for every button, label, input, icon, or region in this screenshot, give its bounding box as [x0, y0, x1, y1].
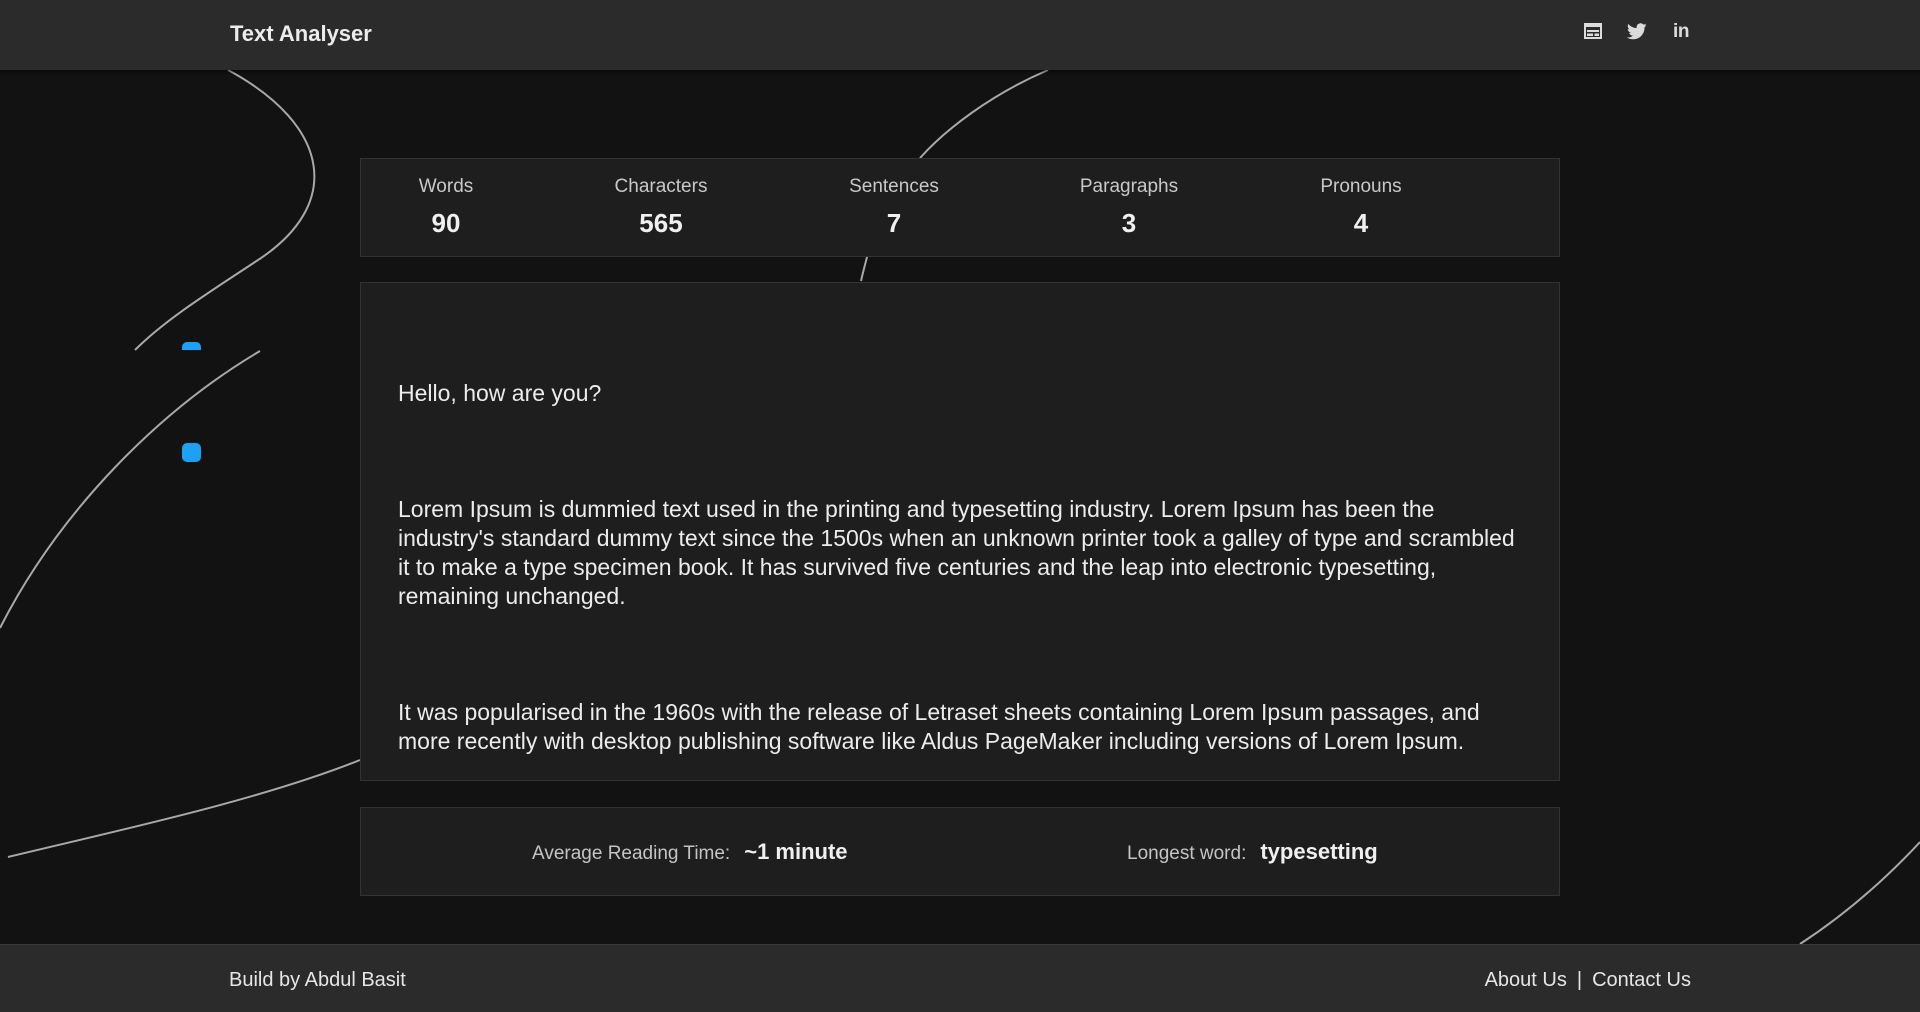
stat-value: 565: [639, 208, 683, 238]
stat-pronouns: Pronouns 4: [1261, 176, 1461, 239]
stat-value: 3: [1121, 208, 1137, 238]
stat-value: 7: [886, 208, 902, 238]
linkedin-icon: in: [1673, 20, 1689, 42]
longest-word-value: typesetting: [1260, 839, 1378, 864]
decorative-curve: [7, 759, 361, 858]
decorative-curve: [860, 256, 868, 282]
twitter-icon: [1627, 22, 1647, 39]
footer-separator: |: [1576, 969, 1583, 991]
longest-word: Longest word: typesetting: [1127, 839, 1378, 865]
footer-links: About Us | Contact Us: [1485, 969, 1691, 992]
stat-paragraphs: Paragraphs 3: [1029, 176, 1229, 239]
text-input[interactable]: Hello, how are you? Lorem Ipsum is dummi…: [361, 283, 1559, 780]
stats-panel: Words 90 Characters 565 Sentences 7 Para…: [360, 158, 1560, 257]
decorative-dot: [182, 443, 201, 462]
stat-value: 4: [1353, 208, 1369, 238]
linkedin-link[interactable]: in: [1670, 20, 1692, 42]
twitter-link[interactable]: [1626, 20, 1648, 42]
stat-sentences: Sentences 7: [794, 176, 994, 239]
decorative-curve: [134, 69, 316, 351]
info-panel: Average Reading Time: ~1 minute Longest …: [360, 807, 1560, 896]
stat-label: Paragraphs: [1079, 176, 1179, 197]
footer: Build by Abdul Basit About Us | Contact …: [0, 944, 1920, 1012]
stat-label: Sentences: [849, 176, 939, 197]
stat-words: Words 90: [346, 176, 546, 239]
contact-us-link[interactable]: Contact Us: [1592, 969, 1691, 992]
longest-word-label: Longest word:: [1127, 843, 1247, 864]
text-paragraph: Hello, how are you?: [398, 380, 602, 406]
stat-label: Words: [418, 176, 474, 197]
decorative-curve: [0, 350, 261, 629]
footer-credit: Build by Abdul Basit: [229, 969, 406, 991]
decorative-dot: [182, 342, 201, 350]
stat-label: Characters: [614, 176, 708, 197]
app-title[interactable]: Text Analyser: [230, 21, 372, 47]
stat-value: 90: [431, 208, 461, 238]
reading-time-label: Average Reading Time:: [532, 843, 731, 864]
text-input-panel: Hello, how are you? Lorem Ipsum is dummi…: [360, 282, 1560, 781]
text-paragraph: Lorem Ipsum is dummied text used in the …: [398, 496, 1522, 609]
portfolio-link[interactable]: [1582, 20, 1604, 42]
reading-time-value: ~1 minute: [744, 839, 848, 864]
decorative-curve: [1799, 841, 1920, 945]
reading-time: Average Reading Time: ~1 minute: [532, 839, 848, 865]
about-us-link[interactable]: About Us: [1485, 969, 1567, 992]
portfolio-icon: [1584, 23, 1602, 39]
stat-characters: Characters 565: [561, 176, 761, 239]
decorative-curve: [919, 69, 1049, 159]
text-paragraph: It was popularised in the 1960s with the…: [398, 699, 1487, 754]
stat-label: Pronouns: [1320, 176, 1402, 197]
top-navbar: Text Analyser in: [0, 0, 1920, 70]
social-links: in: [1582, 20, 1692, 42]
